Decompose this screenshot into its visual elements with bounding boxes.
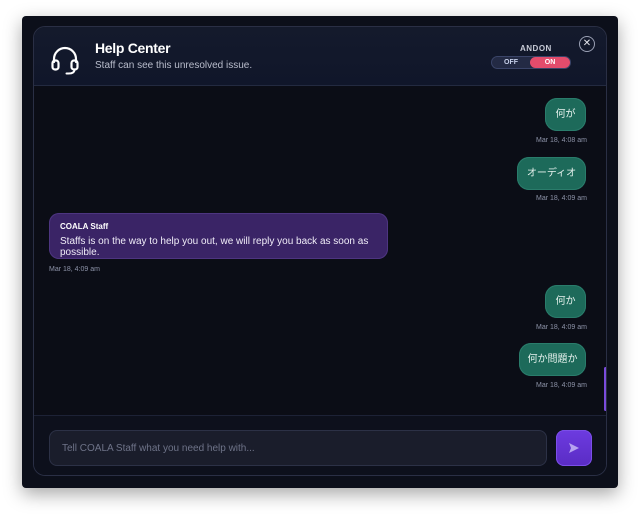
message-text: 何が: [555, 109, 576, 120]
andon-label: ANDON: [520, 44, 552, 53]
message-timestamp: Mar 18, 4:09 am: [49, 266, 100, 273]
headset-icon: [51, 46, 79, 75]
message-timestamp: Mar 18, 4:09 am: [536, 324, 587, 331]
message-timestamp: Mar 18, 4:09 am: [536, 195, 587, 202]
staff-message-bubble: COALA Staff Staffs is on the way to help…: [49, 213, 388, 259]
panel-header: Help Center Staff can see this unresolve…: [34, 27, 606, 86]
page-title: Help Center: [95, 40, 171, 56]
scrollbar-thumb[interactable]: [604, 367, 606, 411]
close-button[interactable]: ✕: [579, 36, 595, 52]
message-text: 何か問題か: [527, 354, 578, 365]
message-text: Staffs is on the way to help you out, we…: [60, 236, 369, 258]
page-subtitle: Staff can see this unresolved issue.: [95, 60, 253, 71]
help-center-panel: Help Center Staff can see this unresolve…: [33, 26, 607, 476]
message-text: 何か: [555, 296, 576, 307]
close-icon: ✕: [582, 38, 592, 49]
message-list[interactable]: 何が Mar 18, 4:08 am オーディオ Mar 18, 4:09 am…: [34, 86, 606, 415]
message-input[interactable]: [49, 430, 547, 466]
my-message-bubble: オーディオ: [517, 157, 586, 190]
send-icon: [569, 443, 579, 453]
message-timestamp: Mar 18, 4:08 am: [536, 137, 587, 144]
message-timestamp: Mar 18, 4:09 am: [536, 382, 587, 389]
message-text: オーディオ: [526, 168, 577, 179]
composer: [34, 415, 606, 475]
send-button[interactable]: [556, 430, 592, 466]
staff-sender-name: COALA Staff: [60, 222, 109, 231]
andon-toggle-on[interactable]: ON: [530, 57, 570, 68]
my-message-bubble: 何か問題か: [519, 343, 586, 376]
andon-toggle-off[interactable]: OFF: [492, 57, 530, 68]
my-message-bubble: 何か: [545, 285, 586, 318]
my-message-bubble: 何が: [545, 98, 586, 131]
andon-toggle[interactable]: OFF ON: [491, 56, 571, 69]
